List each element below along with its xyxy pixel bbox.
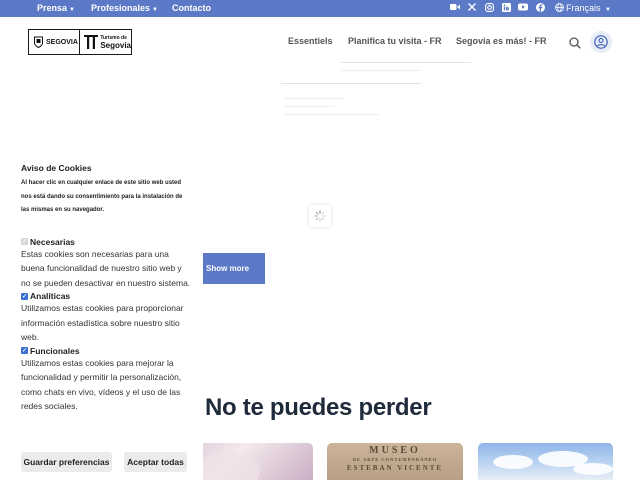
video-icon[interactable] [450,3,460,13]
cookie-option-necesarias: ✓ Necesarias [21,237,203,247]
faded-menu-divider [284,106,334,107]
faded-menu-divider [341,62,471,63]
save-preferences-button[interactable]: Guardar preferencias [21,452,112,472]
language-label: Français [566,3,601,13]
card-image-detail [200,451,260,480]
show-more-label: Show more [206,264,250,273]
faded-menu-divider [281,83,421,84]
card-cloud [573,463,613,475]
checkbox-analiticas[interactable]: ✓ [21,292,28,300]
card-museo-line1: MUSEO [369,445,421,456]
cookie-consent-panel: Aviso de Cookies Al hacer clic en cualqu… [0,155,203,480]
funcionales-label: Funcionales [30,345,80,356]
menu-profesionales-label: Profesionales [91,3,151,13]
section-title: No te puedes perder [205,394,432,421]
aqueduct-icon [84,35,99,49]
checkbox-funcionales[interactable]: ✓ [21,347,28,354]
globe-icon [554,3,564,13]
card-image-3[interactable] [478,443,613,480]
logo-turismo: Turismo de Segovia [80,30,131,54]
nav-planifica[interactable]: Planifica tu visita - FR [348,36,442,46]
nav-segovia-mas[interactable]: Segovia es más! - FR [456,36,547,46]
logo-segovia: SEGOVIA [29,30,81,54]
menu-prensa-label: Prensa [37,3,68,13]
instagram-icon[interactable] [484,3,494,13]
faded-menu-divider [341,70,421,71]
necesarias-description: Estas cookies son necesarias para una bu… [21,248,191,288]
language-selector[interactable]: Français ▼ [566,3,611,13]
linkedin-icon[interactable] [501,3,511,13]
checkbox-necesarias: ✓ [21,238,28,245]
cookie-title: Aviso de Cookies [21,163,92,173]
logo-turismo-line2: Segovia [100,41,131,50]
menu-prensa[interactable]: Prensa ▼ [37,3,75,13]
caret-down-icon: ▼ [605,7,611,13]
menu-profesionales[interactable]: Profesionales ▼ [91,3,158,13]
analiticas-label: Analíticas [30,291,71,301]
cookie-option-analiticas[interactable]: ✓ Analíticas [21,291,203,301]
loading-spinner-icon [309,205,331,227]
site-logo[interactable]: SEGOVIA Turismo de Segovia [28,29,132,55]
chevron-down-icon: ▼ [69,7,75,13]
accept-all-button[interactable]: Aceptar todas [124,452,187,472]
faded-menu-divider [284,98,344,99]
funcionales-description: Utilizamos estas cookies para mejorar la… [21,357,182,412]
top-bar: Prensa ▼ Profesionales ▼ Contacto Français… [0,0,640,17]
analiticas-description: Utilizamos estas cookies para proporcion… [21,303,184,342]
youtube-icon[interactable] [518,3,528,13]
card-museo[interactable]: MUSEO DE ARTE CONTEMPORÁNEO ESTEBAN VICE… [327,443,463,480]
nav-essentiels[interactable]: Essentiels [288,36,333,46]
chevron-down-icon: ▼ [152,7,158,13]
crest-icon [34,36,43,48]
x-icon[interactable] [467,3,477,13]
cookie-option-funcionales[interactable]: ✓ Funcionales [21,346,203,356]
facebook-icon[interactable] [535,3,545,13]
cookie-lead-text: Al hacer clic en cualquier enlace de est… [21,180,183,213]
necesarias-label: Necesarias [30,236,75,247]
link-contacto[interactable]: Contacto [172,3,211,13]
site-header: SEGOVIA Turismo de Segovia Essentiels Pl… [0,17,640,67]
user-account-icon[interactable] [590,31,612,53]
card-cloud [493,455,533,469]
card-museo-line3: ESTEBAN VICENTE [346,464,444,472]
faded-menu-divider [284,114,379,115]
card-museo-line2: DE ARTE CONTEMPORÁNEO [352,457,438,462]
search-icon[interactable] [569,36,581,49]
logo-segovia-text: SEGOVIA [46,38,78,46]
